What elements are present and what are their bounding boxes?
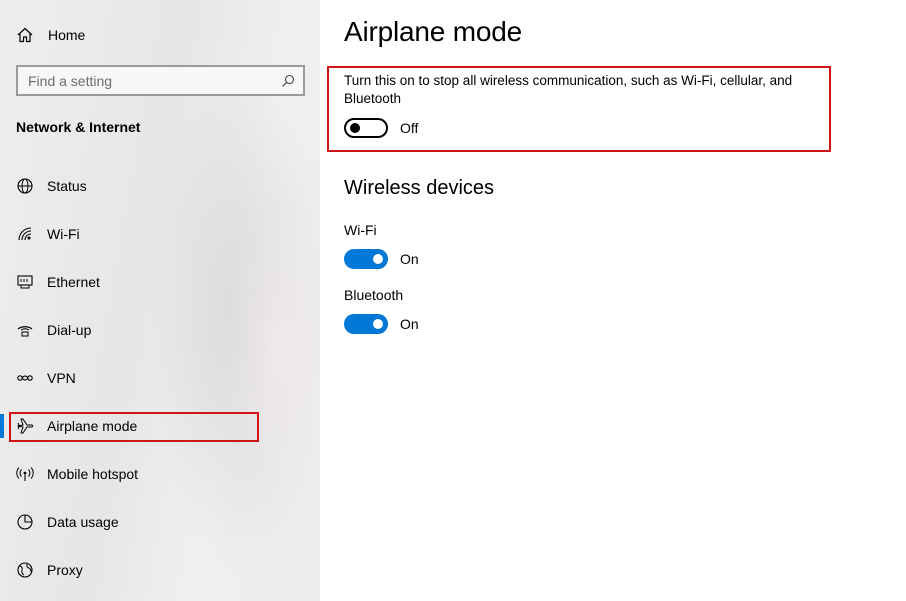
wifi-icon [16,225,34,243]
main-content: Airplane mode Turn this on to stop all w… [320,0,906,601]
proxy-icon [16,561,34,579]
sidebar-item-label: Status [47,178,87,194]
airplane-mode-toggle[interactable] [344,118,388,138]
home-label: Home [48,27,86,43]
airplane-mode-state: Off [400,120,419,136]
search-icon[interactable] [281,74,295,88]
sidebar-item-ethernet[interactable]: Ethernet [0,258,320,306]
vpn-icon [16,369,34,387]
bluetooth-label: Bluetooth [344,287,404,303]
sidebar-item-wifi[interactable]: Wi-Fi [0,210,320,258]
ethernet-icon [16,273,34,291]
sidebar-item-airplane-mode[interactable]: Airplane mode [0,402,320,450]
sidebar-item-label: Dial-up [47,322,92,338]
home-link[interactable]: Home [16,24,85,46]
sidebar-item-proxy[interactable]: Proxy [0,546,320,594]
toggle-knob [373,254,383,264]
bluetooth-toggle[interactable] [344,314,388,334]
sidebar-item-label: VPN [47,370,76,386]
bluetooth-state: On [400,316,419,332]
highlight-box [9,412,259,442]
wifi-state: On [400,251,419,267]
search-placeholder: Find a setting [28,72,113,89]
sidebar-item-vpn[interactable]: VPN [0,354,320,402]
sidebar-item-label: Ethernet [47,274,100,290]
globe-icon [16,177,34,195]
dialup-icon [16,321,34,339]
toggle-knob [350,123,360,133]
wireless-devices-heading: Wireless devices [344,177,495,199]
data-usage-icon [16,513,34,531]
selection-indicator [0,414,4,438]
sidebar: Home Find a setting Network & Internet S… [0,0,320,601]
sidebar-item-data-usage[interactable]: Data usage [0,498,320,546]
nav-list: Status Wi-Fi Ethernet Dial-up VPN Airpla… [0,162,320,594]
sidebar-item-dialup[interactable]: Dial-up [0,306,320,354]
sidebar-item-status[interactable]: Status [0,162,320,210]
sidebar-item-label: Wi-Fi [47,226,80,242]
wifi-label: Wi-Fi [344,222,377,238]
wifi-toggle-row: On [344,249,419,269]
section-title: Network & Internet [16,119,141,135]
bluetooth-toggle-row: On [344,314,419,334]
sidebar-item-mobile-hotspot[interactable]: Mobile hotspot [0,450,320,498]
sidebar-item-label: Data usage [47,514,119,530]
sidebar-item-label: Proxy [47,562,83,578]
airplane-mode-toggle-row: Off [344,118,418,138]
wifi-toggle[interactable] [344,249,388,269]
search-input[interactable]: Find a setting [16,65,305,96]
home-icon [16,26,34,44]
airplane-mode-description: Turn this on to stop all wireless commun… [344,73,793,106]
page-title: Airplane mode [344,16,522,47]
sidebar-item-label: Mobile hotspot [47,466,139,482]
hotspot-icon [16,465,34,483]
toggle-knob [373,319,383,329]
